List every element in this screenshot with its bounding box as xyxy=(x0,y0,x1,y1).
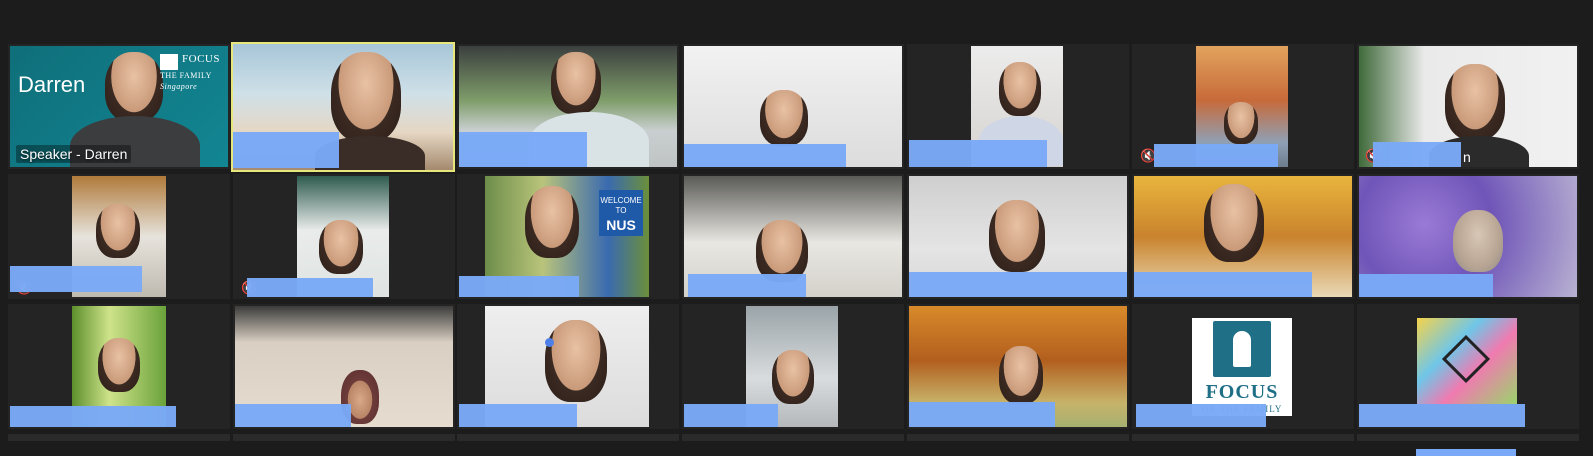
redacted-name-label xyxy=(10,406,176,427)
participant-figure xyxy=(525,186,579,258)
participant-figure xyxy=(772,350,814,404)
microphone-muted-icon: 🔇 xyxy=(1140,148,1157,163)
redacted-name-label xyxy=(459,404,577,427)
redacted-name-label xyxy=(1373,142,1461,167)
participant-name-label: n xyxy=(1463,149,1471,165)
participant-figure xyxy=(551,52,601,114)
participant-tile[interactable]: 🔇 xyxy=(8,174,230,299)
participant-tile[interactable] xyxy=(1357,174,1579,299)
participant-figure xyxy=(760,90,808,146)
participant-figure xyxy=(319,220,363,274)
participant-tile[interactable] xyxy=(457,304,679,429)
participant-tile[interactable]: 🔇 xyxy=(233,174,455,299)
redacted-name-label xyxy=(909,402,1055,427)
participant-tile[interactable] xyxy=(682,44,904,169)
next-row-tile-edge xyxy=(1132,434,1354,441)
participant-tile[interactable]: 🔇 xyxy=(1132,44,1354,169)
redacted-name-label xyxy=(1136,404,1266,427)
next-row-tile-edge xyxy=(8,434,230,441)
participant-tile[interactable] xyxy=(457,44,679,169)
participant-name-label: Speaker - Darren xyxy=(16,145,132,163)
cursor-dot xyxy=(545,338,554,347)
focus-on-the-family-logo-icon: FOCUS ON THE FAMILY xyxy=(1192,318,1292,416)
participant-figure xyxy=(756,220,808,282)
redacted-name-label xyxy=(1359,274,1493,297)
participant-figure xyxy=(96,204,140,258)
redacted-name-label xyxy=(233,132,339,168)
participant-tile[interactable] xyxy=(1357,304,1579,429)
next-row-tile-edge xyxy=(682,434,904,441)
next-row-tile-edge xyxy=(457,434,679,441)
participant-tile[interactable] xyxy=(682,304,904,429)
participant-tile[interactable] xyxy=(907,304,1129,429)
participant-figure xyxy=(999,346,1043,404)
focus-logo-icon: FOCUS THE FAMILY Singapore xyxy=(160,53,220,91)
redacted-name-label xyxy=(688,274,806,297)
participant-figure xyxy=(1445,64,1505,140)
next-row-tile-edge xyxy=(233,434,455,441)
next-row-tile-edge xyxy=(907,434,1129,441)
participant-tile[interactable]: WELCOME TO NUS xyxy=(457,174,679,299)
redacted-name-label xyxy=(909,272,1127,297)
participant-tile[interactable] xyxy=(682,174,904,299)
participant-figure xyxy=(98,338,140,392)
redacted-name-label xyxy=(10,266,142,292)
redacted-name-label xyxy=(1134,272,1312,297)
redacted-name-label xyxy=(459,132,587,167)
participant-figure xyxy=(989,200,1045,272)
next-row-tile-edge xyxy=(1357,434,1579,441)
participant-tile-active-speaker[interactable] xyxy=(231,42,455,172)
redacted-name-label xyxy=(684,144,846,167)
participant-figure xyxy=(999,62,1041,116)
redacted-name-label xyxy=(459,276,579,297)
redacted-name-label xyxy=(247,278,373,297)
participant-tile-focus-logo[interactable]: FOCUS ON THE FAMILY xyxy=(1132,304,1354,429)
participant-figure xyxy=(105,52,163,122)
participant-figure xyxy=(545,320,607,402)
participant-tile-darren[interactable]: Darren FOCUS THE FAMILY Singapore Speaker … xyxy=(8,44,230,169)
redacted-name-label xyxy=(1416,449,1516,456)
participant-tile[interactable] xyxy=(233,304,455,429)
participant-tile[interactable] xyxy=(907,174,1129,299)
redacted-name-label xyxy=(684,404,778,427)
participant-figure xyxy=(331,52,401,142)
participant-figure xyxy=(1204,184,1264,262)
redacted-name-label xyxy=(1154,144,1278,167)
overlay-title: Darren xyxy=(18,72,86,97)
welcome-to-nus-sign: WELCOME TO NUS xyxy=(599,190,643,236)
video-gallery-grid: Darren FOCUS THE FAMILY Singapore Speaker … xyxy=(0,0,1593,456)
participant-video: FOCUS ON THE FAMILY xyxy=(1192,318,1292,416)
participant-tile[interactable] xyxy=(8,304,230,429)
participant-tile[interactable] xyxy=(1132,174,1354,299)
participant-figure xyxy=(1453,210,1503,272)
redacted-name-label xyxy=(909,140,1047,167)
redacted-name-label xyxy=(1359,404,1525,427)
redacted-name-label xyxy=(235,404,351,427)
participant-figure xyxy=(1224,102,1258,144)
participant-tile[interactable] xyxy=(907,44,1129,169)
participant-tile[interactable]: 🔇 n xyxy=(1357,44,1579,169)
